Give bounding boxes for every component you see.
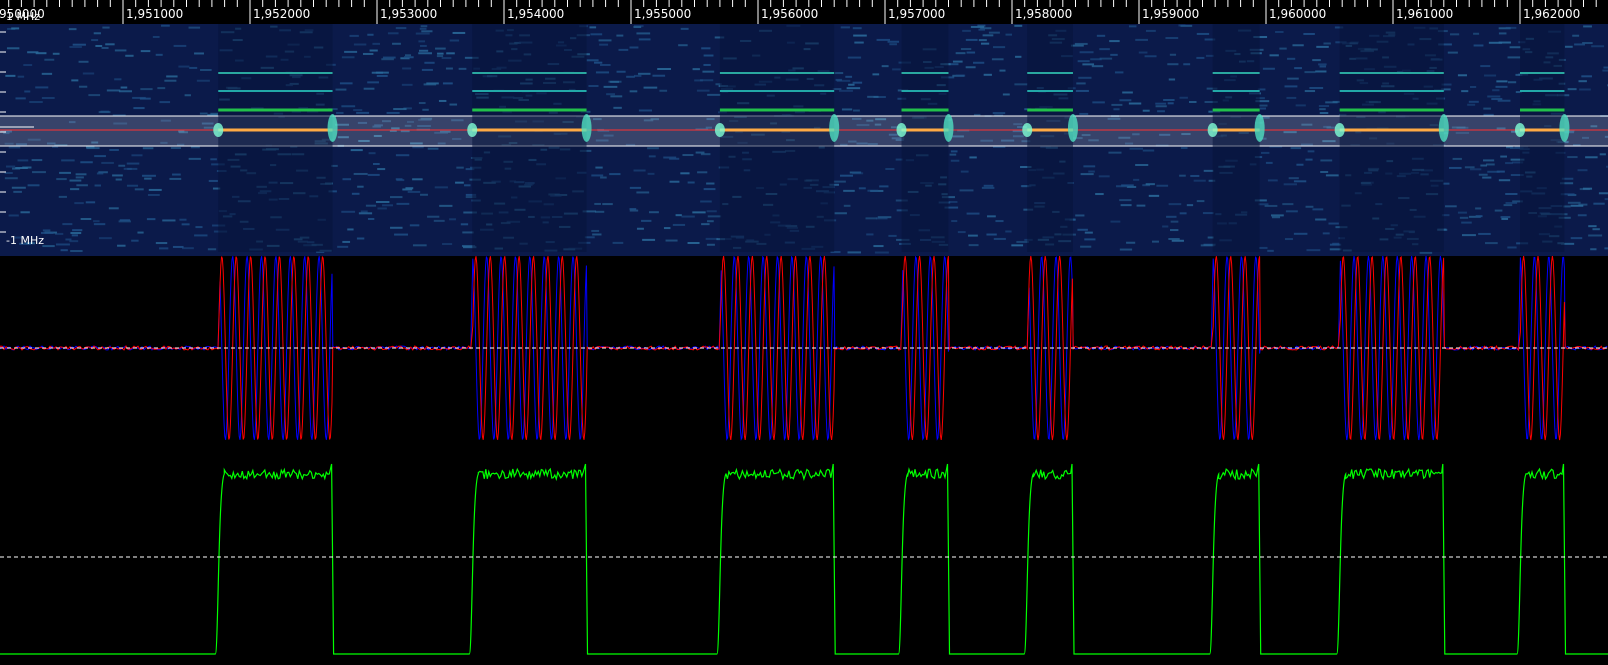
burst-column	[1212, 24, 1260, 252]
burst-edge-glow	[1207, 123, 1218, 137]
spectrogram-plot[interactable]	[0, 24, 1608, 256]
burst-edge-glow	[467, 123, 478, 137]
burst-edge-glow	[327, 114, 338, 142]
ruler-tick-label: 1,959000	[1142, 7, 1200, 21]
burst-edge-glow	[213, 123, 224, 137]
ruler-tick-label: 1,956000	[761, 7, 819, 21]
ruler-tick-label: 1,953000	[380, 7, 438, 21]
ruler-tick-label: 1,952000	[253, 7, 311, 21]
amplitude-background	[0, 456, 1608, 665]
burst-column	[901, 24, 949, 252]
burst-edge-glow	[829, 114, 840, 142]
ruler-tick-label: 1,957000	[888, 7, 946, 21]
burst-edge-glow	[1022, 123, 1033, 137]
burst-edge-glow	[1515, 123, 1525, 137]
burst-edge-glow	[1438, 114, 1449, 142]
burst-edge-glow	[1334, 123, 1345, 137]
burst-column	[472, 24, 587, 252]
ruler-tick-label: 1,960000	[1269, 7, 1327, 21]
burst-edge-glow	[1559, 114, 1570, 142]
ruler-tick-label: 1,962000	[1523, 7, 1581, 21]
burst-edge-glow	[1254, 114, 1265, 142]
burst-column	[1027, 24, 1073, 252]
ruler-tick-label: 1,958000	[1015, 7, 1073, 21]
burst-edge-glow	[896, 123, 907, 137]
burst-column	[719, 24, 835, 252]
freq-bottom-label: -1 MHz	[6, 234, 45, 247]
burst-edge-glow	[943, 114, 954, 142]
ruler-tick-label: 1,961000	[1396, 7, 1454, 21]
freq-top-label: 1 MHz	[6, 10, 41, 23]
burst-edge-glow	[581, 114, 592, 142]
burst-edge-glow	[714, 123, 725, 137]
burst-column	[1520, 24, 1565, 252]
waveform-plot[interactable]	[0, 256, 1608, 456]
amplitude-plot[interactable]	[0, 456, 1608, 665]
ruler-tick-label: 1,954000	[507, 7, 565, 21]
ruler-tick-label: 1,951000	[126, 7, 184, 21]
burst-column	[1339, 24, 1444, 252]
burst-edge-glow	[1067, 114, 1078, 142]
ruler-tick-label: 1,955000	[634, 7, 692, 21]
time-ruler[interactable]: 950000 1,951000 1,952000 1,953000 1,954000 1,…	[0, 0, 1608, 24]
burst-column	[218, 24, 333, 252]
signal-analyzer-view: 950000 1,951000 1,952000 1,953000 1,954000 1,…	[0, 0, 1608, 665]
